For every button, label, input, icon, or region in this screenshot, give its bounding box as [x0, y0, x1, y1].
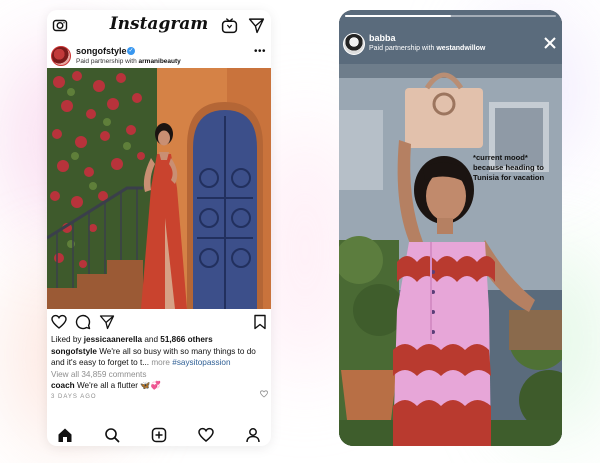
- avatar[interactable]: [51, 46, 71, 66]
- partner-name[interactable]: armanibeauty: [139, 58, 181, 65]
- story-photo: [339, 10, 562, 446]
- likes-user[interactable]: jessicaanerella: [84, 335, 142, 344]
- caption-username[interactable]: songofstyle: [51, 347, 97, 356]
- story-phone-screen[interactable]: babba Paid partnership with westandwillo…: [339, 10, 562, 446]
- partner-prefix: Paid partnership with: [369, 45, 437, 52]
- story-text-line: Tunisia for vacation: [473, 173, 545, 182]
- comment-icon[interactable]: [75, 314, 91, 330]
- paid-partnership-label: Paid partnership with armanibeauty: [76, 58, 181, 65]
- story-progress-bar: [345, 15, 556, 17]
- story-progress-fill: [345, 15, 451, 17]
- bottom-tab-bar: [47, 422, 271, 446]
- more-dots-icon[interactable]: •••: [254, 46, 266, 57]
- post-caption-area: Liked by jessicaanerella and 51,866 othe…: [51, 334, 267, 403]
- bookmark-icon[interactable]: [252, 314, 268, 330]
- story-text-line: because heading to: [473, 163, 544, 172]
- igtv-icon[interactable]: [221, 17, 238, 34]
- close-icon[interactable]: [544, 37, 556, 49]
- avatar[interactable]: [343, 33, 365, 55]
- comment-username[interactable]: coach: [51, 381, 75, 390]
- paper-plane-icon[interactable]: [248, 17, 265, 34]
- heart-icon[interactable]: [198, 427, 214, 443]
- camera-icon[interactable]: [52, 17, 68, 33]
- heart-icon[interactable]: [260, 390, 268, 398]
- verified-badge-icon: ✓: [127, 47, 135, 55]
- home-icon[interactable]: [57, 427, 73, 443]
- post-image[interactable]: [47, 68, 271, 309]
- feed-top-bar: Instagram: [47, 10, 271, 42]
- partner-prefix: Paid partnership with: [76, 58, 139, 65]
- likes-mid: and: [142, 335, 161, 344]
- story-text-overlay: *current mood* because heading to Tunisi…: [473, 153, 559, 183]
- post-timestamp: 3 DAYS AGO: [51, 393, 97, 400]
- post-photo: [47, 68, 271, 309]
- paper-plane-icon[interactable]: [99, 314, 115, 330]
- view-all-comments-link[interactable]: View all 34,859 comments: [51, 369, 267, 381]
- feed-phone-screen: Instagram songofstyle ✓ Paid partnership…: [47, 10, 271, 446]
- app-logo: Instagram: [109, 14, 209, 34]
- caption: songofstyle We're all so busy with so ma…: [51, 346, 267, 369]
- caption-more-link[interactable]: more: [151, 358, 170, 367]
- likes-count[interactable]: 51,866 others: [160, 335, 212, 344]
- story-paid-partnership-label: Paid partnership with westandwillow: [369, 45, 485, 52]
- likes-prefix: Liked by: [51, 335, 84, 344]
- partner-name[interactable]: westandwillow: [436, 45, 485, 52]
- comment-text: We're all a flutter 🦋💞: [74, 381, 161, 390]
- post-actions-bar: [47, 311, 271, 333]
- profile-icon[interactable]: [245, 427, 261, 443]
- post-username[interactable]: songofstyle: [76, 46, 127, 56]
- likes-line: Liked by jessicaanerella and 51,866 othe…: [51, 334, 267, 346]
- caption-hashtag[interactable]: #saysitopassion: [170, 358, 230, 367]
- heart-icon[interactable]: [51, 314, 67, 330]
- plus-square-icon[interactable]: [151, 427, 167, 443]
- story-text-line: *current mood*: [473, 153, 528, 162]
- story-username[interactable]: babba: [369, 33, 396, 43]
- comment-row: coach We're all a flutter 🦋💞: [51, 380, 267, 392]
- search-icon[interactable]: [104, 427, 120, 443]
